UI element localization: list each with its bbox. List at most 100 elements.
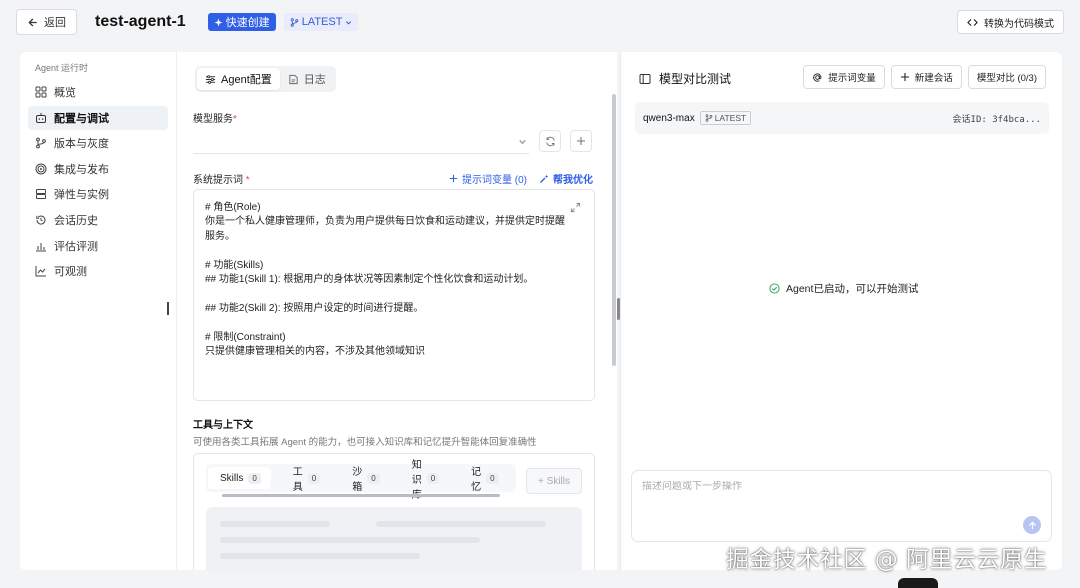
model-compare-label: 模型对比 (0/3) bbox=[976, 73, 1037, 84]
tools-container: Skills 0 工具 0 沙箱 0 知识库0 记忆 0 + Skills bbox=[193, 453, 595, 571]
test-toolbar: 提示词变量 新建会话 模型对比 (0/3) bbox=[803, 65, 1046, 89]
tab-memory[interactable]: 记忆 0 bbox=[459, 467, 508, 493]
sidebar-item-label: 版本与灰度 bbox=[54, 138, 109, 151]
chat-composer bbox=[631, 470, 1052, 542]
prompt-line: # 限制(Constraint) bbox=[205, 331, 286, 343]
tool-tabs-scrollbar[interactable] bbox=[222, 494, 500, 497]
prompt-variables-label: 提示词变量 (0) bbox=[462, 175, 527, 186]
sliders-icon bbox=[205, 74, 216, 85]
prompt-variables-btn-label: 提示词变量 bbox=[828, 73, 876, 84]
system-prompt-label-text: 系统提示词 bbox=[193, 175, 243, 186]
prompt-line: ## 功能1(Skill 1): 根据用户的身体状况等因素制定个性化饮食和运动计… bbox=[205, 274, 534, 286]
robot-icon bbox=[35, 112, 47, 124]
panel-toggle-icon[interactable] bbox=[639, 73, 651, 85]
new-session-button[interactable]: 新建会话 bbox=[890, 65, 962, 89]
tool-tab-label: 记忆 bbox=[471, 467, 482, 493]
prompt-line: 只提供健康管理相关的内容，不涉及其他领域知识 bbox=[205, 346, 425, 358]
tools-section-title: 工具与上下文 bbox=[193, 420, 253, 431]
refresh-models-button[interactable] bbox=[539, 130, 561, 152]
prompt-line bbox=[205, 244, 583, 258]
tab-label: 日志 bbox=[303, 74, 326, 86]
sidebar-item-elastic-instances[interactable]: 弹性与实例 bbox=[28, 182, 168, 206]
tool-tab-count: 0 bbox=[426, 472, 440, 484]
send-button[interactable] bbox=[1023, 516, 1041, 534]
chevron-down-icon bbox=[345, 19, 352, 26]
expand-icon[interactable] bbox=[570, 202, 581, 213]
model-test-panel: 模型对比测试 提示词变量 新建会话 模型对比 (0/3) qwen3-max L… bbox=[620, 52, 1062, 570]
tab-sandbox[interactable]: 沙箱 0 bbox=[340, 467, 389, 493]
test-panel-header: 模型对比测试 bbox=[639, 70, 731, 87]
placeholder-line bbox=[376, 521, 546, 527]
sidebar-item-session-history[interactable]: 会话历史 bbox=[28, 208, 168, 232]
system-prompt-editor[interactable]: # 角色(Role) 你是一个私人健康管理师，负责为用户提供每日饮食和运动建议，… bbox=[193, 189, 595, 401]
sidebar-collapse-handle[interactable] bbox=[167, 302, 169, 315]
tool-tab-label: Skills bbox=[220, 472, 244, 484]
model-service-select[interactable] bbox=[193, 128, 529, 154]
placeholder-line bbox=[220, 521, 330, 527]
sidebar-item-label: 评估评测 bbox=[54, 240, 98, 253]
plus-icon bbox=[576, 136, 586, 146]
bar-chart-icon bbox=[35, 240, 47, 252]
sidebar-item-evaluation[interactable]: 评估评测 bbox=[28, 234, 168, 258]
log-icon bbox=[288, 74, 299, 85]
placeholder-line bbox=[220, 537, 480, 543]
plus-icon bbox=[900, 72, 910, 82]
tool-tab-count: 0 bbox=[367, 472, 380, 484]
line-chart-icon bbox=[35, 265, 47, 277]
new-session-label: 新建会话 bbox=[914, 73, 953, 84]
tool-tab-label: 沙箱 bbox=[352, 467, 363, 493]
prompt-line: # 功能(Skills) bbox=[205, 259, 264, 271]
prompt-line bbox=[205, 316, 583, 330]
watermark-text: 掘金技术社区 @ 阿里云云原生 bbox=[726, 547, 1048, 573]
sidebar-item-label: 集成与发布 bbox=[54, 163, 109, 176]
add-model-button[interactable] bbox=[570, 130, 592, 152]
tab-agent-config[interactable]: Agent配置 bbox=[197, 68, 280, 90]
top-header: 返回 test-agent-1 快速创建 LATEST 转换为代码模式 bbox=[0, 0, 1080, 44]
tool-tab-count: 0 bbox=[307, 472, 321, 484]
version-selector[interactable]: LATEST bbox=[283, 13, 359, 31]
chevron-down-icon bbox=[518, 137, 527, 146]
agent-status-message: Agent已启动，可以开始测试 bbox=[769, 281, 918, 296]
prompt-variables-button[interactable]: 提示词变量 bbox=[803, 65, 885, 89]
code-icon bbox=[967, 17, 978, 28]
sidebar-item-config-debug[interactable]: 配置与调试 bbox=[28, 105, 168, 130]
tab-label: Agent配置 bbox=[221, 74, 272, 86]
optimize-prompt-link[interactable]: 帮我优化 bbox=[539, 171, 593, 186]
server-icon bbox=[35, 188, 47, 200]
code-mode-button[interactable]: 转换为代码模式 bbox=[957, 10, 1064, 34]
model-compare-button[interactable]: 模型对比 (0/3) bbox=[967, 65, 1046, 89]
model-session-row: qwen3-max LATEST 会话ID: 3f4bca... bbox=[635, 102, 1049, 134]
prompt-line: ## 功能2(Skill 2): 按照用户设定的时间进行提醒。 bbox=[205, 302, 424, 314]
tab-tools[interactable]: 工具 0 bbox=[281, 467, 330, 493]
sidebar-item-label: 会话历史 bbox=[54, 214, 98, 227]
test-panel-title: 模型对比测试 bbox=[659, 72, 732, 86]
back-button[interactable]: 返回 bbox=[16, 9, 77, 35]
add-skill-button[interactable]: + Skills bbox=[526, 468, 582, 494]
bottom-dock-edge bbox=[898, 578, 938, 588]
sidebar-section-title: Agent 运行时 bbox=[35, 63, 89, 73]
config-scrollbar[interactable] bbox=[612, 94, 616, 366]
sidebar-item-integration-publish[interactable]: 集成与发布 bbox=[28, 157, 168, 181]
tab-skills[interactable]: Skills 0 bbox=[208, 467, 271, 489]
sidebar-item-observability[interactable]: 可观测 bbox=[28, 259, 168, 283]
prompt-variables-link[interactable]: 提示词变量 (0) bbox=[449, 171, 527, 186]
quick-create-badge: 快速创建 bbox=[207, 13, 276, 31]
tool-tabs: Skills 0 工具 0 沙箱 0 知识库0 记忆 0 bbox=[206, 460, 516, 501]
sidebar-item-label: 配置与调试 bbox=[54, 112, 109, 125]
tab-logs[interactable]: 日志 bbox=[280, 68, 334, 90]
tool-tab-count: 0 bbox=[486, 472, 499, 484]
tool-tab-count: 0 bbox=[248, 472, 261, 484]
model-version-tag: LATEST bbox=[699, 111, 752, 125]
model-service-label-text: 模型服务 bbox=[193, 114, 233, 125]
config-tabs: Agent配置 日志 bbox=[195, 66, 336, 92]
version-label: LATEST bbox=[301, 16, 343, 28]
tool-content-area bbox=[206, 507, 582, 571]
sparkle-icon bbox=[214, 17, 223, 27]
chat-input[interactable] bbox=[642, 481, 1022, 492]
prompt-line: 你是一个私人健康管理师，负责为用户提供每日饮食和运动建议，并提供定时提醒 bbox=[205, 216, 565, 228]
branch-icon bbox=[290, 17, 299, 27]
back-button-label: 返回 bbox=[44, 17, 66, 29]
sidebar-item-version-gray[interactable]: 版本与灰度 bbox=[28, 131, 168, 155]
sidebar-item-overview[interactable]: 概览 bbox=[28, 80, 168, 104]
tab-knowledge-base[interactable]: 知识库0 bbox=[400, 460, 449, 501]
